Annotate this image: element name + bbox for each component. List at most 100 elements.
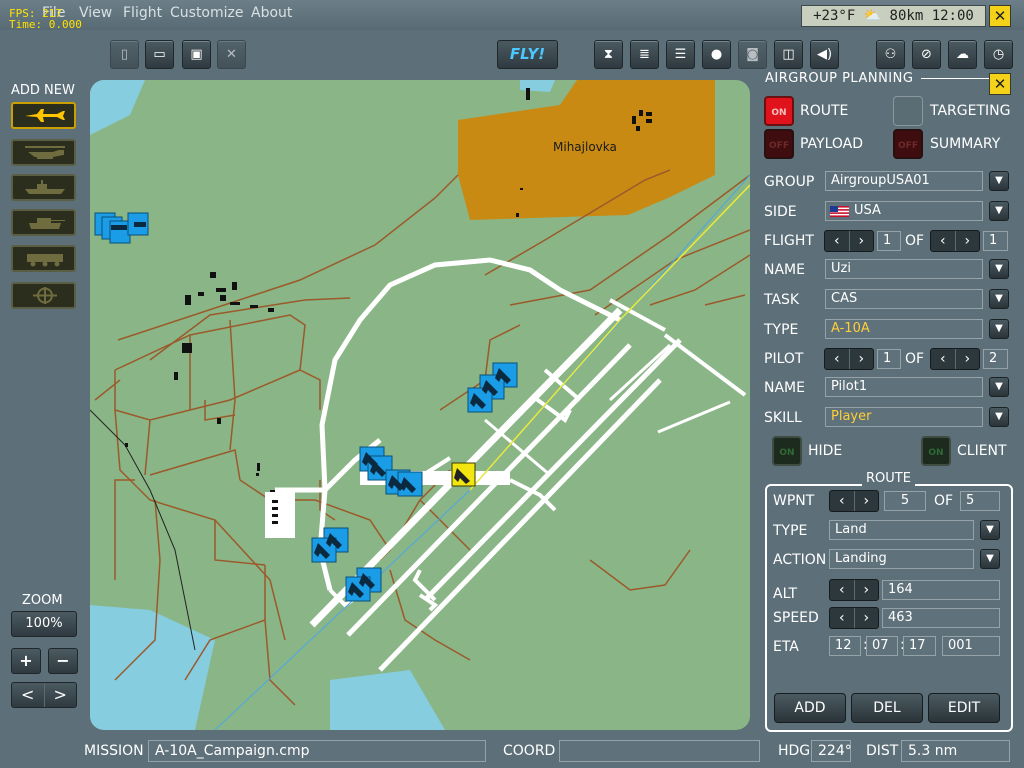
zoom-in-button[interactable]: +: [11, 648, 41, 674]
speed-field[interactable]: 463: [882, 608, 1000, 628]
pilot-total-stepper[interactable]: ‹ ›: [930, 348, 980, 370]
chevron-left-icon[interactable]: ‹: [931, 231, 955, 251]
zoom-level[interactable]: 100%: [11, 611, 77, 637]
task-field[interactable]: CAS: [825, 289, 983, 309]
scroll-stepper[interactable]: < >: [11, 682, 77, 708]
menu-customize[interactable]: Customize: [170, 5, 244, 21]
chevron-right-icon[interactable]: ›: [848, 349, 874, 369]
pilot-total-field[interactable]: 2: [983, 349, 1008, 369]
chevron-right-icon[interactable]: ›: [954, 231, 980, 251]
chevron-left-icon[interactable]: ‹: [825, 349, 849, 369]
flight-stepper[interactable]: ‹ ›: [824, 230, 874, 252]
chevron-left-icon[interactable]: ‹: [931, 349, 955, 369]
pilot-field[interactable]: 1: [877, 349, 901, 369]
add-tank-button[interactable]: [11, 209, 76, 236]
flight-total-stepper[interactable]: ‹ ›: [930, 230, 980, 252]
side-field[interactable]: USA: [825, 201, 983, 221]
zoom-out-button[interactable]: −: [48, 648, 78, 674]
delete-waypoint-button[interactable]: DEL: [851, 693, 923, 723]
folder-icon: ▭: [153, 47, 166, 62]
summary-toggle[interactable]: OFF: [893, 129, 923, 159]
alt-stepper[interactable]: ‹ ›: [829, 579, 879, 601]
skill-dropdown[interactable]: ▼: [989, 407, 1009, 427]
side-dropdown[interactable]: ▼: [989, 201, 1009, 221]
chevron-right-icon[interactable]: ›: [853, 491, 879, 511]
toolbar-button-7[interactable]: ◀): [810, 40, 839, 69]
route-type-dropdown[interactable]: ▼: [980, 520, 1000, 540]
menu-flight[interactable]: Flight: [123, 5, 162, 21]
fly-button[interactable]: FLY!: [497, 40, 558, 69]
new-mission-button[interactable]: ▯: [110, 40, 139, 69]
eta-hours-field[interactable]: 12: [829, 636, 861, 656]
waypoint-stepper[interactable]: ‹ ›: [829, 490, 879, 512]
edit-waypoint-button[interactable]: EDIT: [928, 693, 1000, 723]
selected-aircraft[interactable]: [451, 462, 476, 487]
toolbar-button-1[interactable]: ⧗: [594, 40, 623, 69]
flight-field[interactable]: 1: [877, 231, 901, 251]
toolbar-button-2[interactable]: ≣: [630, 40, 659, 69]
mission-map[interactable]: Mihajlovka: [90, 80, 750, 730]
route-toggle[interactable]: ON: [764, 96, 794, 126]
chevron-right-icon[interactable]: ›: [848, 231, 874, 251]
toolbar-button-3[interactable]: ☰: [666, 40, 695, 69]
chevron-left-icon[interactable]: ‹: [830, 608, 854, 628]
waypoint-label: WPNT: [773, 493, 815, 509]
client-toggle[interactable]: ON: [921, 436, 951, 466]
save-mission-button[interactable]: ▣: [182, 40, 211, 69]
toolbar-button-6[interactable]: ◫: [774, 40, 803, 69]
group-field[interactable]: AirgroupUSA01: [825, 171, 983, 191]
chevron-left-icon[interactable]: ‹: [825, 231, 849, 251]
toolbar-button-8[interactable]: ⚇: [876, 40, 905, 69]
add-helicopter-button[interactable]: [11, 139, 76, 166]
left-buildings: [125, 272, 275, 525]
toolbar-button-5[interactable]: ◙: [738, 40, 767, 69]
toolbar-button-10[interactable]: ☁: [948, 40, 977, 69]
chevron-left-icon[interactable]: <: [12, 683, 44, 707]
waypoint-field[interactable]: 5: [884, 491, 926, 511]
type-field[interactable]: A-10A: [825, 319, 983, 339]
add-static-button[interactable]: [11, 282, 76, 309]
speed-stepper[interactable]: ‹ ›: [829, 607, 879, 629]
hide-toggle[interactable]: ON: [772, 436, 802, 466]
chevron-right-icon[interactable]: ›: [954, 349, 980, 369]
eta-day-field[interactable]: 001: [942, 636, 1000, 656]
chevron-left-icon[interactable]: ‹: [830, 491, 854, 511]
targeting-toggle[interactable]: [893, 96, 923, 126]
menu-view[interactable]: View: [79, 5, 112, 21]
close-app-button[interactable]: ✕: [989, 5, 1011, 27]
toolbar-button-4[interactable]: ●: [702, 40, 731, 69]
skill-field[interactable]: Player: [825, 407, 983, 427]
eta-seconds-field[interactable]: 17: [903, 636, 936, 656]
task-dropdown[interactable]: ▼: [989, 289, 1009, 309]
group-dropdown[interactable]: ▼: [989, 171, 1009, 191]
toolbar-button-9[interactable]: ⊘: [912, 40, 941, 69]
waypoint-total-field[interactable]: 5: [960, 491, 1000, 511]
menu-about[interactable]: About: [251, 5, 292, 21]
chevron-right-icon[interactable]: >: [43, 683, 77, 707]
close-panel-button[interactable]: ✕: [989, 73, 1011, 95]
pilot-name-field[interactable]: Pilot1: [825, 377, 983, 397]
name-field[interactable]: Uzi: [825, 259, 983, 279]
pilot-name-dropdown[interactable]: ▼: [989, 377, 1009, 397]
add-ship-button[interactable]: [11, 174, 76, 201]
payload-toggle[interactable]: OFF: [764, 129, 794, 159]
add-waypoint-button[interactable]: ADD: [774, 693, 846, 723]
eta-minutes-field[interactable]: 07: [866, 636, 898, 656]
route-type-field[interactable]: Land: [829, 520, 974, 540]
alt-field[interactable]: 164: [882, 580, 1000, 600]
action-field[interactable]: Landing: [829, 549, 974, 569]
action-dropdown[interactable]: ▼: [980, 549, 1000, 569]
chevron-right-icon[interactable]: ›: [853, 608, 879, 628]
chevron-left-icon[interactable]: ‹: [830, 580, 854, 600]
flight-total-field[interactable]: 1: [983, 231, 1008, 251]
type-dropdown[interactable]: ▼: [989, 319, 1009, 339]
add-aircraft-button[interactable]: [11, 102, 76, 129]
add-vehicle-button[interactable]: [11, 245, 76, 272]
close-mission-button[interactable]: ✕: [217, 40, 246, 69]
open-mission-button[interactable]: ▭: [145, 40, 174, 69]
name-dropdown[interactable]: ▼: [989, 259, 1009, 279]
toolbar-button-11[interactable]: ◷: [984, 40, 1013, 69]
pilot-stepper[interactable]: ‹ ›: [824, 348, 874, 370]
map-canvas[interactable]: Mihajlovka: [90, 80, 750, 730]
chevron-right-icon[interactable]: ›: [853, 580, 879, 600]
